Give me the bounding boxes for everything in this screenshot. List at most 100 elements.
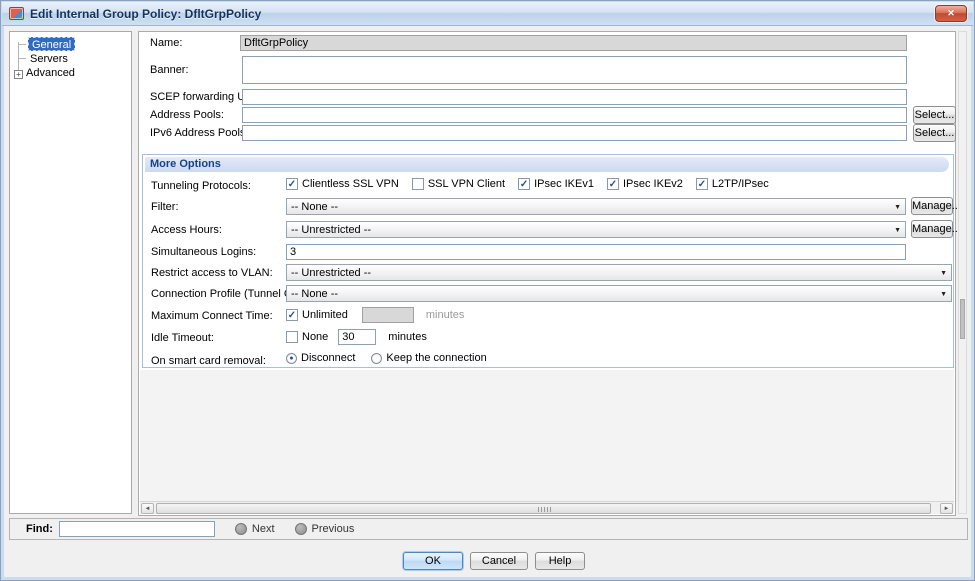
ipv6-address-pools-field[interactable] [242, 125, 907, 141]
help-button[interactable]: Help [535, 552, 585, 570]
banner-field[interactable] [242, 56, 907, 84]
ok-button[interactable]: OK [403, 552, 463, 570]
name-label: Name: [150, 37, 182, 49]
ssl-vpn-client-checkbox[interactable] [412, 178, 424, 190]
chevron-down-icon: ▼ [894, 204, 901, 211]
smart-card-removal-label: On smart card removal: [151, 355, 266, 367]
find-previous-button[interactable]: Previous [295, 523, 355, 535]
scep-url-field[interactable] [242, 89, 907, 105]
idle-none-checkbox[interactable] [286, 331, 298, 343]
ipv6-address-pools-select-button[interactable]: Select... [913, 124, 956, 142]
tree-item-advanced[interactable]: +Advanced [14, 66, 75, 80]
find-next-label: Next [252, 523, 275, 535]
ipsec-ikev1-checkbox[interactable]: ✓ [518, 178, 530, 190]
restrict-vlan-value: -- Unrestricted -- [291, 267, 371, 279]
name-field [240, 35, 907, 51]
tree-connector-h1 [18, 44, 26, 45]
tunneling-protocols-label: Tunneling Protocols: [151, 180, 251, 192]
ipsec-ikev1-label: IPsec IKEv1 [534, 178, 594, 190]
idle-timeout-field[interactable] [338, 329, 376, 345]
find-label: Find: [26, 523, 53, 535]
tree-item-servers-label: Servers [30, 53, 68, 65]
restrict-vlan-label: Restrict access to VLAN: [151, 267, 273, 279]
access-hours-manage-button[interactable]: Manage... [911, 220, 953, 238]
chevron-down-icon: ▼ [940, 291, 947, 298]
horizontal-scrollbar[interactable]: ◄ ► [140, 501, 954, 514]
empty-area [140, 370, 954, 501]
next-icon [235, 523, 247, 535]
scroll-right-icon[interactable]: ► [940, 503, 953, 514]
close-button[interactable]: ✕ [935, 5, 967, 22]
expand-plus-icon[interactable]: + [14, 70, 23, 79]
clientless-ssl-vpn-option[interactable]: ✓ Clientless SSL VPN [286, 178, 399, 190]
max-connect-time-row: ✓ Unlimited minutes [286, 307, 464, 323]
access-hours-value: -- Unrestricted -- [291, 224, 371, 236]
vertical-scrollbar-thumb[interactable] [960, 299, 965, 339]
title-bar: Edit Internal Group Policy: DfltGrpPolic… [2, 2, 973, 26]
vertical-scrollbar[interactable] [958, 31, 967, 514]
max-connect-minutes-label: minutes [426, 309, 465, 321]
idle-timeout-row: None minutes [286, 329, 427, 345]
more-options-header[interactable]: More Options [145, 157, 949, 172]
find-bar: Find: Next Previous [9, 518, 968, 540]
address-pools-select-button[interactable]: Select... [913, 106, 956, 124]
l2tp-ipsec-label: L2TP/IPsec [712, 178, 769, 190]
idle-none-label: None [302, 331, 328, 343]
ipsec-ikev1-option[interactable]: ✓ IPsec IKEv1 [518, 178, 594, 190]
simultaneous-logins-field[interactable] [286, 244, 906, 260]
chevron-down-icon: ▼ [940, 270, 947, 277]
horizontal-scrollbar-thumb[interactable] [156, 503, 931, 514]
ipsec-ikev2-label: IPsec IKEv2 [623, 178, 683, 190]
scroll-left-icon[interactable]: ◄ [141, 503, 154, 514]
tree-item-general[interactable]: General [28, 37, 75, 51]
filter-value: -- None -- [291, 201, 338, 213]
tree-item-general-label: General [32, 39, 71, 51]
idle-timeout-label: Idle Timeout: [151, 332, 214, 344]
access-hours-dropdown[interactable]: -- Unrestricted -- ▼ [286, 221, 906, 238]
l2tp-ipsec-checkbox[interactable]: ✓ [696, 178, 708, 190]
access-hours-label: Access Hours: [151, 224, 222, 236]
disconnect-label: Disconnect [301, 352, 355, 364]
find-next-button[interactable]: Next [235, 523, 275, 535]
ipv6-address-pools-label: IPv6 Address Pools: [150, 127, 248, 139]
app-icon [9, 7, 24, 20]
policy-nav-tree: General Servers +Advanced [9, 31, 132, 514]
filter-manage-button[interactable]: Manage... [911, 197, 953, 215]
keep-connection-label: Keep the connection [386, 352, 486, 364]
restrict-vlan-dropdown[interactable]: -- Unrestricted -- ▼ [286, 264, 952, 281]
l2tp-ipsec-option[interactable]: ✓ L2TP/IPsec [696, 178, 769, 190]
address-pools-label: Address Pools: [150, 109, 224, 121]
idle-minutes-label: minutes [388, 331, 427, 343]
unlimited-checkbox[interactable]: ✓ [286, 309, 298, 321]
simultaneous-logins-label: Simultaneous Logins: [151, 246, 256, 258]
scrollbar-grip [538, 507, 551, 512]
disconnect-radio[interactable]: ● [286, 353, 297, 364]
smart-card-removal-row: ● Disconnect Keep the connection [286, 352, 487, 364]
ipsec-ikev2-checkbox[interactable]: ✓ [607, 178, 619, 190]
ssl-vpn-client-option[interactable]: SSL VPN Client [412, 178, 505, 190]
dialog-title: Edit Internal Group Policy: DfltGrpPolic… [30, 7, 261, 21]
filter-label: Filter: [151, 201, 179, 213]
edit-group-policy-dialog: Edit Internal Group Policy: DfltGrpPolic… [0, 0, 975, 581]
address-pools-field[interactable] [242, 107, 907, 123]
max-connect-time-label: Maximum Connect Time: [151, 310, 273, 322]
cancel-button[interactable]: Cancel [470, 552, 528, 570]
tree-item-servers[interactable]: Servers [30, 52, 68, 66]
general-settings-panel: Name: Banner: SCEP forwarding URL: Addre… [138, 31, 956, 516]
tree-item-advanced-label: Advanced [26, 67, 75, 79]
ssl-vpn-client-label: SSL VPN Client [428, 178, 505, 190]
tunneling-protocols-row: ✓ Clientless SSL VPN SSL VPN Client ✓ IP… [286, 178, 782, 190]
ipsec-ikev2-option[interactable]: ✓ IPsec IKEv2 [607, 178, 683, 190]
filter-dropdown[interactable]: -- None -- ▼ [286, 198, 906, 215]
clientless-ssl-vpn-label: Clientless SSL VPN [302, 178, 399, 190]
tunnel-group-lock-value: -- None -- [291, 288, 338, 300]
keep-connection-radio[interactable] [371, 353, 382, 364]
banner-label: Banner: [150, 64, 189, 76]
clientless-ssl-vpn-checkbox[interactable]: ✓ [286, 178, 298, 190]
tunnel-group-lock-dropdown[interactable]: -- None -- ▼ [286, 285, 952, 302]
previous-icon [295, 523, 307, 535]
tree-connector-h2 [18, 58, 26, 59]
find-input[interactable] [59, 521, 215, 537]
unlimited-label: Unlimited [302, 309, 348, 321]
chevron-down-icon: ▼ [894, 227, 901, 234]
